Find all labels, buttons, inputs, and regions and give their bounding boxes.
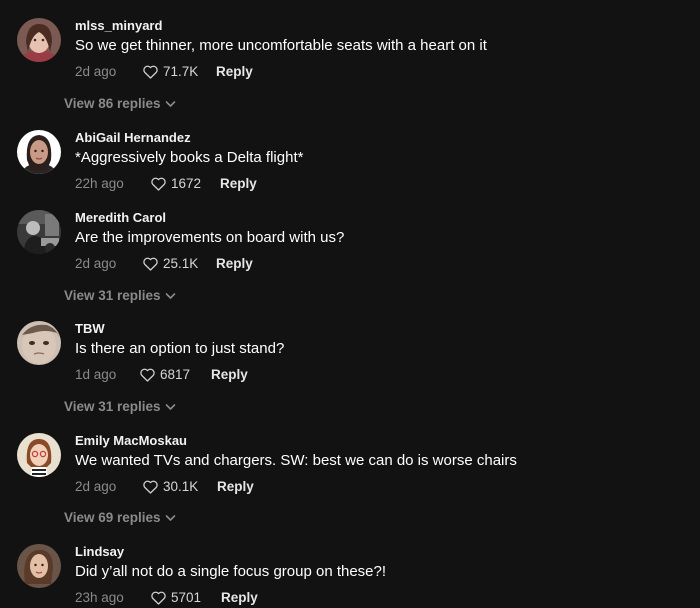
heart-icon (150, 176, 167, 191)
comment-list: mlss_minyard So we get thinner, more unc… (0, 0, 700, 608)
avatar[interactable] (17, 210, 61, 254)
comment-time: 22h ago (75, 176, 124, 191)
comment-text: Did y’all not do a single focus group on… (75, 563, 387, 580)
reply-button[interactable]: Reply (211, 367, 248, 382)
reply-button[interactable]: Reply (221, 590, 258, 605)
avatar-image (17, 130, 61, 174)
heart-icon (150, 590, 167, 605)
chevron-down-icon (165, 292, 176, 300)
reply-button[interactable]: Reply (220, 176, 257, 191)
comment-time: 2d ago (75, 64, 117, 79)
avatar[interactable] (17, 433, 61, 477)
comment-username[interactable]: Meredith Carol (75, 210, 166, 225)
comment-username[interactable]: Emily MacMoskau (75, 433, 187, 448)
reply-button[interactable]: Reply (216, 64, 253, 79)
comment-username[interactable]: TBW (75, 321, 105, 336)
comment-time: 2d ago (75, 256, 117, 271)
heart-icon (139, 367, 156, 382)
avatar[interactable] (17, 544, 61, 588)
view-replies-button[interactable]: View 86 replies (64, 96, 176, 111)
comment-text: We wanted TVs and chargers. SW: best we … (75, 452, 517, 469)
like-count: 30.1K (163, 479, 199, 494)
view-replies-button[interactable]: View 31 replies (64, 399, 176, 414)
chevron-down-icon (165, 514, 176, 522)
avatar-image (17, 210, 61, 254)
comment-time: 1d ago (75, 367, 117, 382)
heart-icon (142, 479, 159, 494)
view-replies-label: View 31 replies (64, 288, 161, 303)
like-count: 6817 (160, 367, 191, 382)
avatar-image (17, 433, 61, 477)
comment-text: Is there an option to just stand? (75, 340, 285, 357)
comment-username[interactable]: mlss_minyard (75, 18, 162, 33)
like-count: 71.7K (163, 64, 199, 79)
reply-button[interactable]: Reply (217, 479, 254, 494)
heart-icon (142, 256, 159, 271)
comment-text: Are the improvements on board with us? (75, 229, 345, 246)
view-replies-button[interactable]: View 31 replies (64, 288, 176, 303)
avatar[interactable] (17, 321, 61, 365)
avatar-image (17, 321, 61, 365)
like-count: 1672 (171, 176, 202, 191)
like-count: 5701 (171, 590, 202, 605)
comment-time: 2d ago (75, 479, 117, 494)
comment-username[interactable]: AbiGail Hernandez (75, 130, 191, 145)
view-replies-label: View 31 replies (64, 399, 161, 414)
avatar-image (17, 544, 61, 588)
avatar[interactable] (17, 18, 61, 62)
view-replies-button[interactable]: View 69 replies (64, 510, 176, 525)
view-replies-label: View 69 replies (64, 510, 161, 525)
like-count: 25.1K (163, 256, 199, 271)
comment-text: *Aggressively books a Delta flight* (75, 149, 304, 166)
view-replies-label: View 86 replies (64, 96, 161, 111)
chevron-down-icon (165, 403, 176, 411)
heart-icon (142, 64, 159, 79)
avatar-image (17, 18, 61, 62)
comment-time: 23h ago (75, 590, 124, 605)
comment-username[interactable]: Lindsay (75, 544, 124, 559)
avatar[interactable] (17, 130, 61, 174)
chevron-down-icon (165, 100, 176, 108)
reply-button[interactable]: Reply (216, 256, 253, 271)
comment-text: So we get thinner, more uncomfortable se… (75, 37, 487, 54)
